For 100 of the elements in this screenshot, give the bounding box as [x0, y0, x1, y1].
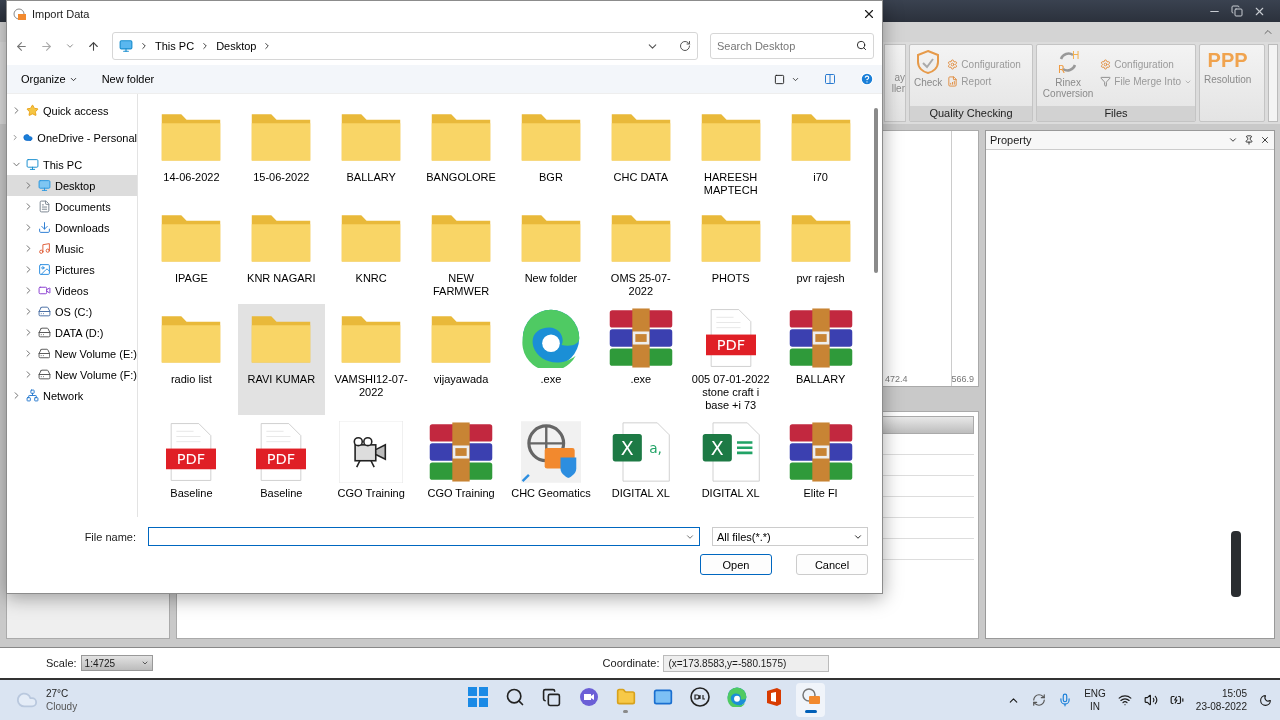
taskbar-app[interactable] — [796, 683, 825, 717]
view-icon[interactable] — [774, 73, 785, 85]
file-item[interactable]: BALLARY — [777, 304, 864, 415]
language-indicator[interactable]: ENG IN — [1084, 687, 1106, 713]
breadcrumb-item[interactable]: This PC — [155, 40, 195, 52]
file-item[interactable]: .exe — [597, 304, 685, 415]
file-item[interactable]: CHC DATA — [597, 102, 685, 200]
circle-logo-icon[interactable] — [689, 687, 710, 707]
pin-icon[interactable] — [1244, 135, 1254, 145]
dialog-button[interactable]: Cancel — [796, 554, 868, 575]
command-button[interactable]: New folder — [101, 73, 155, 85]
file-item[interactable]: Elite FI — [777, 418, 864, 503]
microphone-icon[interactable] — [1058, 693, 1073, 707]
globe-chart-icon[interactable] — [800, 687, 821, 707]
file-item[interactable]: BALLARY — [327, 102, 415, 200]
file-type-dropdown[interactable]: All files(*.*) — [712, 527, 868, 546]
volume-icon[interactable] — [1143, 693, 1158, 707]
close-icon[interactable] — [862, 7, 876, 21]
chevron-right-icon[interactable] — [11, 132, 20, 143]
file-item[interactable]: NEW FARMWER — [417, 203, 505, 301]
file-item[interactable]: RAVI KUMAR — [237, 304, 325, 415]
search-field[interactable]: Search Desktop — [710, 33, 874, 59]
file-item[interactable]: PDF Baseline — [237, 418, 325, 503]
file-item[interactable]: KNRC — [327, 203, 415, 301]
sidebar-item[interactable]: New Volume (E:) — [7, 343, 137, 364]
file-item[interactable]: KNR NAGARI — [237, 203, 325, 301]
sync-icon[interactable] — [1032, 693, 1047, 707]
clock[interactable]: 15:05 23-08-2022 — [1195, 687, 1247, 713]
file-item[interactable]: X DIGITAL XL — [687, 418, 775, 503]
chat-icon[interactable] — [578, 687, 599, 707]
sidebar-item[interactable]: Quick access — [7, 100, 137, 121]
up-icon[interactable] — [87, 39, 100, 53]
file-item[interactable]: OMS 25-07-2022 — [597, 203, 685, 301]
download-icon — [38, 221, 51, 234]
preview-pane-icon[interactable] — [824, 73, 836, 85]
file-item[interactable]: 15-06-2022 — [237, 102, 325, 200]
floating-handle[interactable] — [1231, 531, 1241, 597]
dialog-button[interactable]: Open — [700, 554, 772, 575]
command-button[interactable]: Organize — [21, 73, 78, 85]
back-icon[interactable] — [15, 39, 28, 53]
file-item[interactable]: HAREESH MAPTECH — [687, 102, 775, 200]
file-item[interactable]: pvr rajesh — [777, 203, 864, 301]
start-icon[interactable] — [467, 687, 488, 707]
file-item[interactable]: CHC Geomatics — [507, 418, 595, 503]
close-icon[interactable] — [1260, 135, 1270, 145]
file-item[interactable]: i70 — [777, 102, 864, 200]
office-logo-icon[interactable] — [764, 687, 783, 707]
breadcrumb-item[interactable]: Desktop — [216, 40, 257, 52]
file-item[interactable]: CGO Training — [417, 418, 505, 503]
coordinate-label: Coordinate: — [602, 657, 660, 669]
field-label: File name: — [84, 530, 136, 543]
forward-icon[interactable] — [40, 39, 53, 53]
sidebar-item[interactable]: Music — [7, 238, 137, 259]
sidebar-item[interactable]: OS (C:) — [7, 301, 137, 322]
sidebar-item[interactable]: DATA (D:) — [7, 322, 137, 343]
funnel-icon — [1100, 76, 1112, 87]
file-item[interactable]: PDF 005 07-01-2022 stone craft i base +i 73 — [687, 304, 775, 415]
monitor-icon — [26, 158, 39, 171]
browser-logo-icon[interactable] — [726, 687, 747, 707]
file-item[interactable]: BANGOLORE — [417, 102, 505, 200]
file-name-field[interactable] — [148, 527, 700, 546]
task-view-icon[interactable] — [542, 687, 561, 707]
wifi-icon[interactable] — [1117, 693, 1132, 707]
sidebar-item[interactable]: New Volume (F:) — [7, 364, 137, 385]
file-item[interactable]: radio list — [148, 304, 235, 415]
archive-books-icon — [607, 308, 674, 368]
battery-icon[interactable] — [1169, 693, 1184, 707]
refresh-icon[interactable] — [679, 40, 691, 52]
sidebar-item[interactable]: OneDrive - Personal — [7, 127, 137, 148]
file-item[interactable]: vijayawada — [417, 304, 505, 415]
gear-icon — [1100, 59, 1112, 70]
mail-icon[interactable] — [652, 687, 673, 707]
group-label: Quality Checking — [910, 106, 1032, 121]
sidebar-item[interactable]: This PC — [7, 154, 137, 175]
file-item[interactable]: CGO Training — [327, 418, 415, 503]
restore-icon[interactable] — [1231, 5, 1243, 17]
sidebar-item[interactable]: Downloads — [7, 217, 137, 238]
sidebar-item[interactable]: Network — [7, 385, 137, 406]
drive-icon — [38, 368, 51, 381]
file-item[interactable]: VAMSHI12-07-2022 — [327, 304, 415, 415]
sidebar-item[interactable]: Documents — [7, 196, 137, 217]
help-icon[interactable] — [860, 72, 874, 86]
address-bar[interactable]: This PC Desktop — [112, 32, 698, 60]
sidebar-item[interactable]: Desktop — [7, 175, 137, 196]
file-item[interactable]: New folder — [507, 203, 595, 301]
search-icon[interactable] — [504, 687, 525, 707]
file-item[interactable]: BGR — [507, 102, 595, 200]
file-item[interactable]: IPAGE — [148, 203, 235, 301]
file-item[interactable]: 14-06-2022 — [148, 102, 235, 200]
sidebar-item[interactable]: Pictures — [7, 259, 137, 280]
moon-icon[interactable] — [1259, 693, 1272, 707]
file-item[interactable]: PHOTS — [687, 203, 775, 301]
ribbon-scrollbar[interactable] — [1268, 44, 1278, 122]
caret-icon[interactable] — [65, 41, 75, 51]
caret-icon[interactable] — [1228, 135, 1238, 145]
file-item[interactable]: X a, DIGITAL XL — [597, 418, 685, 503]
sidebar-item[interactable]: Videos — [7, 280, 137, 301]
file-item[interactable]: .exe — [507, 304, 595, 415]
file-item[interactable]: PDF Baseline — [148, 418, 235, 503]
scale-dropdown[interactable]: 1:4725 — [80, 655, 153, 671]
